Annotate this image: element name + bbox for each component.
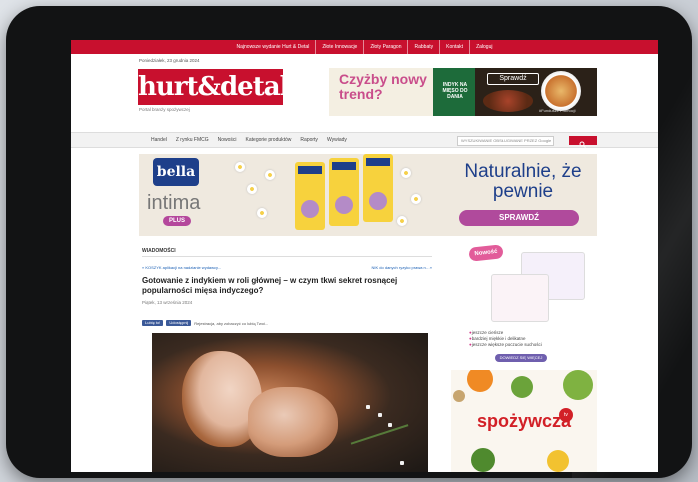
flower-decoration [247, 184, 257, 194]
flower-decoration [411, 194, 421, 204]
product-pack-image [295, 162, 325, 230]
flower-decoration [257, 208, 267, 218]
flower-decoration [401, 168, 411, 178]
vegetable-image [563, 370, 593, 400]
salt-crystal [400, 461, 404, 465]
bella-headline: Naturalnie, że pewnie [464, 161, 582, 202]
header-ad-plate-image [541, 71, 581, 111]
learn-more-button[interactable]: DOWIEDZ SIĘ WIĘCEJ [495, 354, 547, 362]
prev-article-link[interactable]: « KOSZYK aplikacji na nadzianie wydawcy.… [142, 265, 221, 270]
topnav-link-latest-issue[interactable]: Najnowsze wydanie Hurt & Detal [231, 40, 317, 54]
share-bar: Lubię to! Udostępnij Rejestracja, aby zo… [142, 320, 268, 326]
nav-item-fmcg[interactable]: Z rynku FMCG [176, 133, 209, 147]
bella-cta-button[interactable]: SPRAWDŹ [459, 210, 579, 226]
greens-image [471, 448, 495, 472]
flower-decoration [265, 170, 275, 180]
sidebar-ad-spozywcza[interactable]: spożywcza tv [451, 370, 597, 472]
search-button[interactable] [569, 136, 597, 148]
nav-item-trade[interactable]: Handel [151, 133, 167, 147]
header-ad-green-text: INDYK NA MIĘSO DO DANIA [442, 82, 468, 100]
herb-sprig [350, 424, 414, 460]
feature-list: jeszcze cieńsze bardziej miękkie i delik… [469, 330, 542, 348]
flower-decoration [397, 216, 407, 226]
article-pagination: « KOSZYK aplikacji na nadzianie wydawcy.… [142, 265, 432, 270]
salt-crystal [366, 405, 370, 409]
nav-item-reports[interactable]: Raporty [300, 133, 318, 147]
site-tagline: Portal branży spożywczej [139, 107, 190, 112]
article-date: Piątek, 13 września 2024 [142, 300, 193, 305]
greens-image [511, 376, 533, 398]
product-pack-image [363, 154, 393, 222]
nav-item-interviews[interactable]: Wywiady [327, 133, 347, 147]
share-text: Rejestracja, aby zobaczyć co lubią Twoi.… [194, 320, 269, 326]
nut-image [453, 390, 465, 402]
top-navigation-bar: Najnowsze wydanie Hurt & Detal Złote Inn… [71, 40, 658, 54]
topnav-link-golden-receipt[interactable]: Złoty Paragon [364, 40, 409, 54]
new-badge: Nowość [468, 244, 504, 262]
topnav-link-contact[interactable]: Kontakt [440, 40, 471, 54]
topnav-link-login[interactable]: Zaloguj [470, 40, 498, 54]
nav-item-categories[interactable]: Kategorie produktów [246, 133, 292, 147]
main-navigation: Handel Z rynku FMCG Nowości Kategorie pr… [71, 132, 658, 148]
facebook-like-button[interactable]: Lubię to! [142, 320, 164, 326]
topnav-link-discounts[interactable]: Rabbaty [408, 40, 441, 54]
tablet-frame: Najnowsze wydanie Hurt & Detal Złote Inn… [6, 6, 692, 478]
header-ad-check-button[interactable]: Sprawdź [487, 73, 539, 85]
roast-turkey-slice [248, 387, 338, 457]
salt-crystal [378, 413, 382, 417]
header-ad-headline: Czyżby nowy trend? [339, 71, 427, 102]
search-input[interactable]: WYSZUKIWANIE OBSŁUGIWANE PRZEZ Google [457, 136, 554, 146]
article-title: Gotowanie z indykiem w roli głównej – w … [142, 276, 398, 295]
sidebar-ad-bella-pads[interactable]: Nowość jeszcze cieńsze bardziej miękkie … [451, 244, 597, 368]
search-icon [579, 141, 586, 148]
next-article-link[interactable]: NIK do danych ryzyko prawa n…» [372, 265, 432, 270]
site-logo[interactable]: hurt&detal [138, 69, 289, 105]
bella-banner-ad[interactable]: bella intima PLUS Naturalnie, że pewnie … [139, 154, 597, 236]
bella-plus-badge: PLUS [163, 216, 191, 226]
current-date: Poniedziałek, 23 grudnia 2024 [139, 58, 200, 63]
topnav-link-innovations[interactable]: Złote Innowacje [316, 40, 365, 54]
article-photo [152, 333, 428, 472]
salt-crystal [388, 423, 392, 427]
header-banner-ad[interactable]: Czyżby nowy trend? INDYK NA MIĘSO DO DAN… [329, 68, 597, 116]
section-header: WIADOMOŚCI [142, 248, 432, 257]
browser-screen: Najnowsze wydanie Hurt & Detal Złote Inn… [71, 40, 658, 472]
flower-decoration [235, 162, 245, 172]
lemon-image [547, 450, 569, 472]
header-ad-bowl-image [483, 90, 533, 112]
product-pack-image [491, 274, 549, 322]
header-ad-footnote: #Fundusze Promocji [539, 108, 576, 113]
tv-badge: tv [559, 408, 573, 422]
feature-item: jeszcze większe poczucie suchości [469, 342, 542, 348]
nav-item-news[interactable]: Nowości [218, 133, 237, 147]
product-pack-image [329, 158, 359, 226]
orange-image [467, 370, 493, 392]
bella-logo: bella [153, 158, 199, 186]
spozywcza-logo: spożywcza [477, 411, 572, 431]
facebook-share-button[interactable]: Udostępnij [166, 320, 192, 326]
bella-product-name: intima [147, 192, 201, 214]
